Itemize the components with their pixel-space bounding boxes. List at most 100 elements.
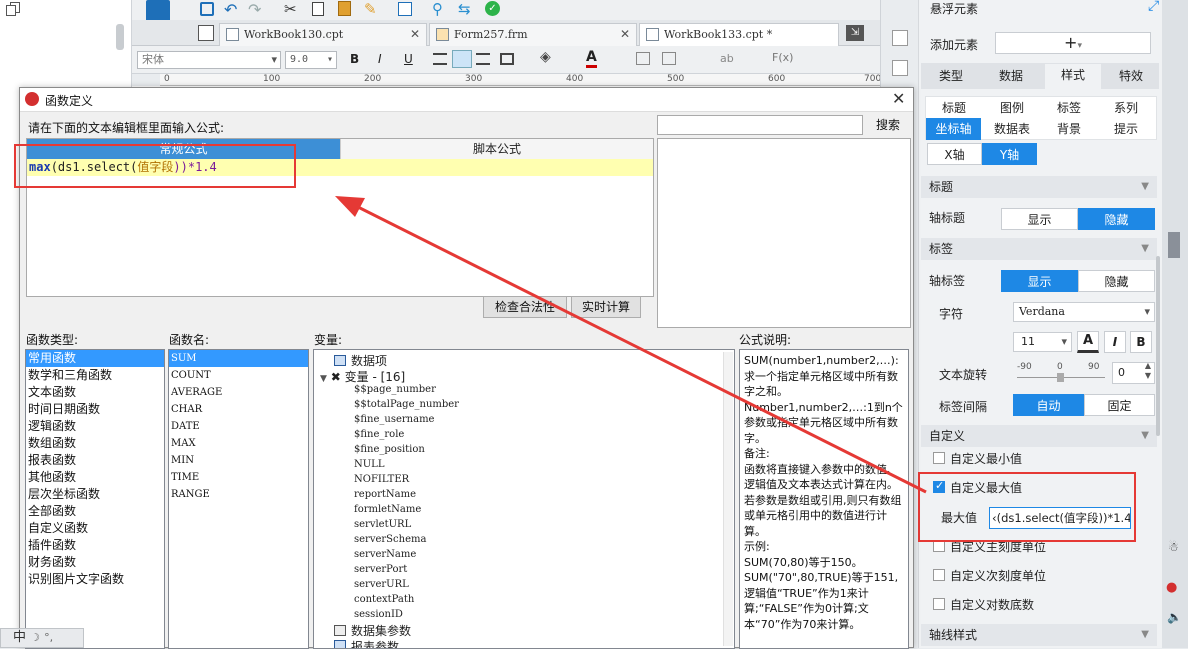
tab-workbook130[interactable]: WorkBook130.cpt ✕ bbox=[219, 23, 427, 46]
italic-button[interactable]: I bbox=[378, 52, 382, 66]
close-icon[interactable]: ✕ bbox=[892, 89, 905, 108]
tab-y-axis[interactable]: Y轴 bbox=[982, 143, 1037, 165]
redo-icon[interactable]: ↷ bbox=[248, 0, 261, 19]
list-item[interactable]: 报表函数 bbox=[26, 452, 164, 469]
tab-workbook133[interactable]: WorkBook133.cpt * bbox=[639, 23, 839, 46]
list-item[interactable]: DATE bbox=[169, 418, 308, 435]
search-button[interactable]: 搜索 bbox=[868, 114, 908, 136]
brush-icon[interactable]: ✎ bbox=[364, 0, 377, 18]
axis-label-show[interactable]: 显示 bbox=[1001, 270, 1078, 292]
merge-icon[interactable] bbox=[636, 52, 650, 65]
minor-unit-checkbox[interactable] bbox=[933, 569, 945, 581]
subtab-tooltip[interactable]: 提示 bbox=[1098, 118, 1154, 140]
list-item[interactable]: TIME bbox=[169, 469, 308, 486]
subtab-datatable[interactable]: 数据表 bbox=[984, 118, 1040, 140]
scrollbar-thumb[interactable] bbox=[116, 24, 124, 50]
tab-script-formula[interactable]: 脚本公式 bbox=[340, 139, 653, 159]
formula-icon[interactable]: F(x) bbox=[772, 51, 793, 64]
ime-status-bar[interactable]: 中 ☽ °, bbox=[0, 628, 84, 648]
close-icon[interactable]: ✕ bbox=[620, 24, 630, 45]
list-item[interactable]: AVERAGE bbox=[169, 384, 308, 401]
list-item[interactable]: $$totalPage_number bbox=[354, 397, 459, 412]
function-search-results[interactable] bbox=[657, 138, 911, 328]
axis-title-show[interactable]: 显示 bbox=[1001, 208, 1078, 230]
tab-type[interactable]: 类型 bbox=[925, 65, 977, 87]
list-item[interactable]: SUM bbox=[169, 350, 308, 367]
log-base-checkbox[interactable] bbox=[933, 598, 945, 610]
axis-title-hide[interactable]: 隐藏 bbox=[1078, 208, 1155, 230]
debug-icon[interactable]: ⚲ bbox=[432, 0, 443, 18]
list-item[interactable]: $$page_number bbox=[354, 382, 459, 397]
tree-item-dataset-params[interactable]: 数据集参数 bbox=[334, 622, 411, 639]
speaker-icon[interactable]: 🔈 bbox=[1167, 610, 1182, 624]
list-item[interactable]: RANGE bbox=[169, 486, 308, 503]
undo-icon[interactable]: ↶ bbox=[224, 0, 237, 19]
close-icon[interactable]: ✕ bbox=[410, 24, 420, 45]
cell-icon[interactable] bbox=[892, 30, 908, 46]
list-item[interactable]: $fine_username bbox=[354, 412, 459, 427]
list-item[interactable]: reportName bbox=[354, 487, 459, 502]
font-select[interactable]: 宋体 ▾ bbox=[137, 51, 281, 69]
save-icon[interactable] bbox=[200, 2, 214, 16]
attr-icon[interactable] bbox=[892, 60, 908, 76]
font-color-icon[interactable]: A bbox=[1077, 331, 1099, 353]
copy-icon[interactable] bbox=[4, 2, 26, 16]
align-right-icon[interactable] bbox=[476, 53, 490, 65]
function-search-input[interactable] bbox=[657, 115, 863, 135]
preview-icon[interactable] bbox=[398, 2, 412, 16]
text-icon[interactable]: ab bbox=[720, 52, 734, 65]
font-family-select[interactable]: Verdana ▾ bbox=[1013, 302, 1155, 322]
table-icon[interactable] bbox=[662, 52, 676, 65]
expand-icon[interactable]: ⤢ bbox=[1148, 0, 1159, 14]
list-item[interactable]: 文本函数 bbox=[26, 384, 164, 401]
tab-effect[interactable]: 特效 bbox=[1106, 65, 1156, 87]
list-item[interactable]: 层次坐标函数 bbox=[26, 486, 164, 503]
list-item[interactable]: 自定义函数 bbox=[26, 520, 164, 537]
axis-label-hide[interactable]: 隐藏 bbox=[1078, 270, 1155, 292]
list-item[interactable]: 数组函数 bbox=[26, 435, 164, 452]
subtab-background[interactable]: 背景 bbox=[1041, 118, 1097, 140]
bold-button[interactable]: B bbox=[1130, 331, 1152, 353]
list-item[interactable]: $fine_position bbox=[354, 442, 459, 457]
list-item[interactable]: servletURL bbox=[354, 517, 459, 532]
subtab-axis[interactable]: 坐标轴 bbox=[926, 118, 981, 140]
section-axis-line[interactable]: 轴线样式 ▼ bbox=[921, 624, 1157, 646]
list-item[interactable]: serverPort bbox=[354, 562, 459, 577]
subtab-label[interactable]: 标签 bbox=[1041, 97, 1097, 119]
section-custom[interactable]: 自定义 ▼ bbox=[921, 425, 1157, 447]
tab-form257[interactable]: Form257.frm ✕ bbox=[429, 23, 637, 46]
realtime-calc-button[interactable]: 实时计算 bbox=[571, 296, 641, 318]
sync-icon[interactable]: ⇆ bbox=[458, 0, 471, 18]
list-item[interactable]: 常用函数 bbox=[26, 350, 164, 367]
list-item[interactable]: COUNT bbox=[169, 367, 308, 384]
custom-min-checkbox[interactable] bbox=[933, 452, 945, 464]
list-item[interactable]: 其他函数 bbox=[26, 469, 164, 486]
list-item[interactable]: 全部函数 bbox=[26, 503, 164, 520]
list-item[interactable]: serverSchema bbox=[354, 532, 459, 547]
border-icon[interactable] bbox=[500, 53, 514, 65]
list-item[interactable]: MIN bbox=[169, 452, 308, 469]
add-element-button[interactable]: +▾ bbox=[995, 32, 1151, 54]
rotate-slider-handle[interactable] bbox=[1057, 373, 1064, 382]
list-item[interactable]: 识别图片文字函数 bbox=[26, 571, 164, 588]
paste-icon[interactable] bbox=[338, 1, 351, 16]
list-item[interactable]: contextPath bbox=[354, 592, 459, 607]
list-item[interactable]: NULL bbox=[354, 457, 459, 472]
panel-scrollbar[interactable] bbox=[1156, 256, 1160, 436]
list-item[interactable]: serverName bbox=[354, 547, 459, 562]
rotate-input[interactable]: 0 ▲ ▼ bbox=[1112, 361, 1155, 384]
align-center-icon[interactable] bbox=[452, 50, 472, 68]
cut-icon[interactable]: ✂ bbox=[284, 0, 297, 18]
list-item[interactable]: MAX bbox=[169, 435, 308, 452]
tree-item-report-params[interactable]: 报表参数 bbox=[334, 638, 399, 648]
subtab-title[interactable]: 标题 bbox=[926, 97, 982, 119]
interval-fixed[interactable]: 固定 bbox=[1084, 394, 1155, 416]
tab-style[interactable]: 样式 bbox=[1045, 64, 1101, 89]
bold-button[interactable]: B bbox=[350, 52, 359, 66]
list-item[interactable]: 时间日期函数 bbox=[26, 401, 164, 418]
tab-data[interactable]: 数据 bbox=[985, 65, 1037, 87]
list-item[interactable]: $fine_role bbox=[354, 427, 459, 442]
list-item[interactable]: 逻辑函数 bbox=[26, 418, 164, 435]
align-left-icon[interactable] bbox=[433, 53, 447, 65]
subtab-legend[interactable]: 图例 bbox=[984, 97, 1040, 119]
